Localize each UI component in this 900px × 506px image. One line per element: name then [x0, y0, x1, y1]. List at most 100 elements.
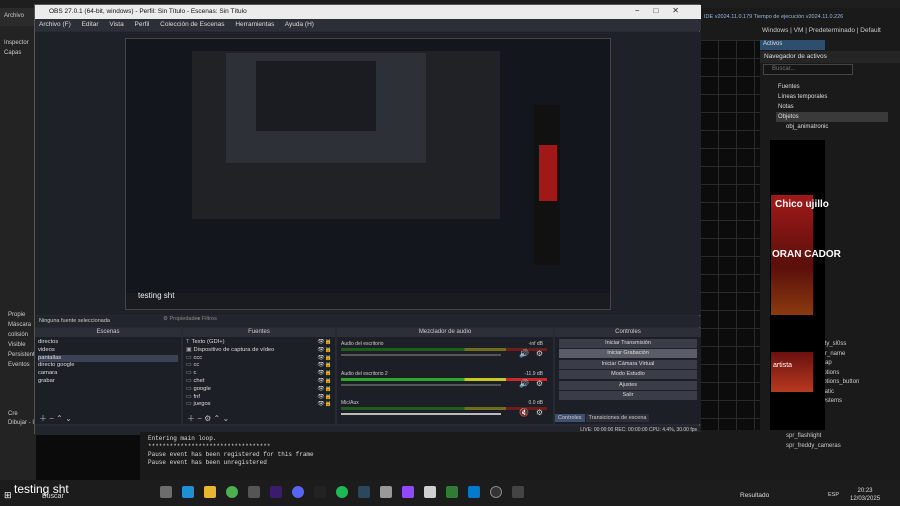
asset-item[interactable]: tor_name	[820, 350, 859, 360]
app-icon[interactable]	[380, 486, 392, 498]
gear-icon[interactable]: ⚙	[536, 349, 543, 358]
asset-item[interactable]: options	[820, 369, 859, 379]
source-item[interactable]: ▭ c 👁🔒	[186, 370, 332, 378]
menu-vista[interactable]: Vista	[109, 21, 123, 28]
app-icon[interactable]	[512, 486, 524, 498]
asset-item[interactable]: static	[820, 388, 859, 398]
asset-item[interactable]: obj_animatronic	[776, 122, 888, 132]
bg-menu-archivo[interactable]: Archivo	[4, 13, 24, 19]
asset-folder[interactable]: Objetos	[776, 112, 888, 122]
scene-item[interactable]: camara	[38, 370, 178, 378]
asset-folder[interactable]: Fuentes	[776, 82, 888, 92]
eye-icon[interactable]: 👁🔒	[317, 401, 332, 409]
eye-icon[interactable]: 👁🔒	[317, 339, 332, 347]
gear-icon[interactable]: ⚙	[536, 408, 543, 417]
source-item[interactable]: T Texto (GDI+) 👁🔒	[186, 339, 332, 347]
source-item[interactable]: ▭ fnf 👁🔒	[186, 394, 332, 402]
scene-item[interactable]: directo google	[38, 362, 178, 370]
asset-item[interactable]: map	[820, 359, 859, 369]
tab-transiciones[interactable]: Transiciones de escena	[585, 414, 650, 422]
minimize-icon[interactable]: −	[635, 6, 654, 15]
remove-icon[interactable]: −	[197, 414, 202, 423]
maximize-icon[interactable]: □	[653, 6, 672, 15]
eye-icon[interactable]: 👁🔒	[317, 394, 332, 402]
taskbar-clock[interactable]: 20:23 12/03/2025	[850, 487, 880, 503]
source-item[interactable]: ▣ Dispositivo de captura de vídeo 👁🔒	[186, 347, 332, 355]
asset-search-input[interactable]: Buscar...	[763, 64, 853, 75]
menu-perfil[interactable]: Perfil	[135, 21, 150, 28]
add-icon[interactable]: ＋	[39, 414, 47, 423]
spotify-icon[interactable]	[336, 486, 348, 498]
edge-icon[interactable]	[182, 486, 194, 498]
speaker-icon[interactable]: 🔊	[519, 349, 529, 358]
settings-button[interactable]: Ajustes	[559, 380, 697, 390]
down-icon[interactable]: ⌄	[222, 414, 229, 423]
asset-item[interactable]: spr_flashlight	[786, 432, 841, 442]
asset-item[interactable]: options_button	[820, 378, 859, 388]
app-icon[interactable]	[314, 486, 326, 498]
file-explorer-icon[interactable]	[204, 486, 216, 498]
app-icon[interactable]	[424, 486, 436, 498]
speaker-icon[interactable]: 🔊	[519, 379, 529, 388]
menu-ayuda[interactable]: Ayuda (H)	[285, 21, 314, 28]
asset-item[interactable]: nity_sl0ss	[820, 340, 859, 350]
properties-button[interactable]: ⚙ Propiedades	[163, 316, 200, 322]
left-label-capas[interactable]: Capas	[4, 48, 29, 58]
chrome-icon[interactable]	[226, 486, 238, 498]
exit-button[interactable]: Salir	[559, 391, 697, 400]
left-label-inspector[interactable]: Inspector	[4, 38, 29, 48]
eye-icon[interactable]: 👁🔒	[317, 370, 332, 378]
menu-editar[interactable]: Editar	[82, 21, 99, 28]
start-virtual-camera-button[interactable]: Iniciar Cámara Virtual	[559, 359, 697, 369]
visual-studio-icon[interactable]	[468, 486, 480, 498]
scene-item[interactable]: directos	[38, 339, 178, 347]
volume-slider[interactable]	[341, 413, 501, 415]
asset-folder[interactable]: Notas	[776, 102, 888, 112]
eye-icon[interactable]: 👁🔒	[317, 386, 332, 394]
twitch-icon[interactable]	[402, 486, 414, 498]
remove-icon[interactable]: −	[49, 414, 54, 423]
filters-button[interactable]: ◐ Filtros	[197, 316, 217, 322]
app-icon[interactable]	[248, 486, 260, 498]
asset-item[interactable]: systems	[820, 397, 859, 407]
eye-icon[interactable]: 👁🔒	[317, 378, 332, 386]
asset-item[interactable]: spr_freddy_cameras	[786, 442, 841, 452]
source-item[interactable]: ▭ cc 👁🔒	[186, 362, 332, 370]
source-item[interactable]: ▭ juegos 👁🔒	[186, 401, 332, 409]
scene-item[interactable]: grabar	[38, 378, 178, 386]
windows-start-icon[interactable]: ⊞	[4, 490, 12, 501]
eye-icon[interactable]: 👁🔒	[317, 362, 332, 370]
after-effects-icon[interactable]	[270, 486, 282, 498]
source-item[interactable]: ▭ chet 👁🔒	[186, 378, 332, 386]
obs-preview-canvas[interactable]: testing sht	[125, 38, 611, 310]
scene-item[interactable]: pantallas	[38, 354, 178, 363]
down-icon[interactable]: ⌄	[65, 414, 72, 423]
volume-slider[interactable]	[341, 354, 501, 356]
eye-icon[interactable]: 👁🔒	[317, 355, 332, 363]
window-controls[interactable]: −□✕	[635, 6, 693, 15]
close-icon[interactable]: ✕	[672, 6, 693, 15]
gamemaker-icon[interactable]	[446, 486, 458, 498]
tab-controles[interactable]: Controles	[555, 414, 585, 422]
taskbar-search[interactable]: Buscar	[36, 490, 156, 504]
source-item[interactable]: ▭ google 👁🔒	[186, 386, 332, 394]
up-icon[interactable]: ⌃	[56, 414, 63, 423]
start-streaming-button[interactable]: Iniciar Transmisión	[559, 338, 697, 348]
task-view-icon[interactable]	[160, 486, 172, 498]
steam-icon[interactable]	[358, 486, 370, 498]
output-console[interactable]: Entering main loop. ********************…	[140, 432, 750, 480]
up-icon[interactable]: ⌃	[214, 414, 221, 423]
menu-herramientas[interactable]: Herramientas	[235, 21, 274, 28]
gear-icon[interactable]: ⚙	[536, 379, 543, 388]
layout-tabs[interactable]: Windows | VM | Predeterminado | Default	[762, 27, 900, 34]
source-item[interactable]: ▭ ccc 👁🔒	[186, 355, 332, 363]
menu-coleccion[interactable]: Colección de Escenas	[160, 21, 224, 28]
studio-mode-button[interactable]: Modo Estudio	[559, 370, 697, 379]
asset-folder[interactable]: Líneas temporales	[776, 92, 888, 102]
assets-tab[interactable]: Activos	[760, 40, 825, 50]
obs-icon[interactable]	[490, 486, 502, 498]
volume-slider[interactable]	[341, 384, 501, 386]
discord-icon[interactable]	[292, 486, 304, 498]
language-indicator[interactable]: ESP	[828, 492, 839, 498]
gear-icon[interactable]: ⚙	[204, 414, 211, 423]
